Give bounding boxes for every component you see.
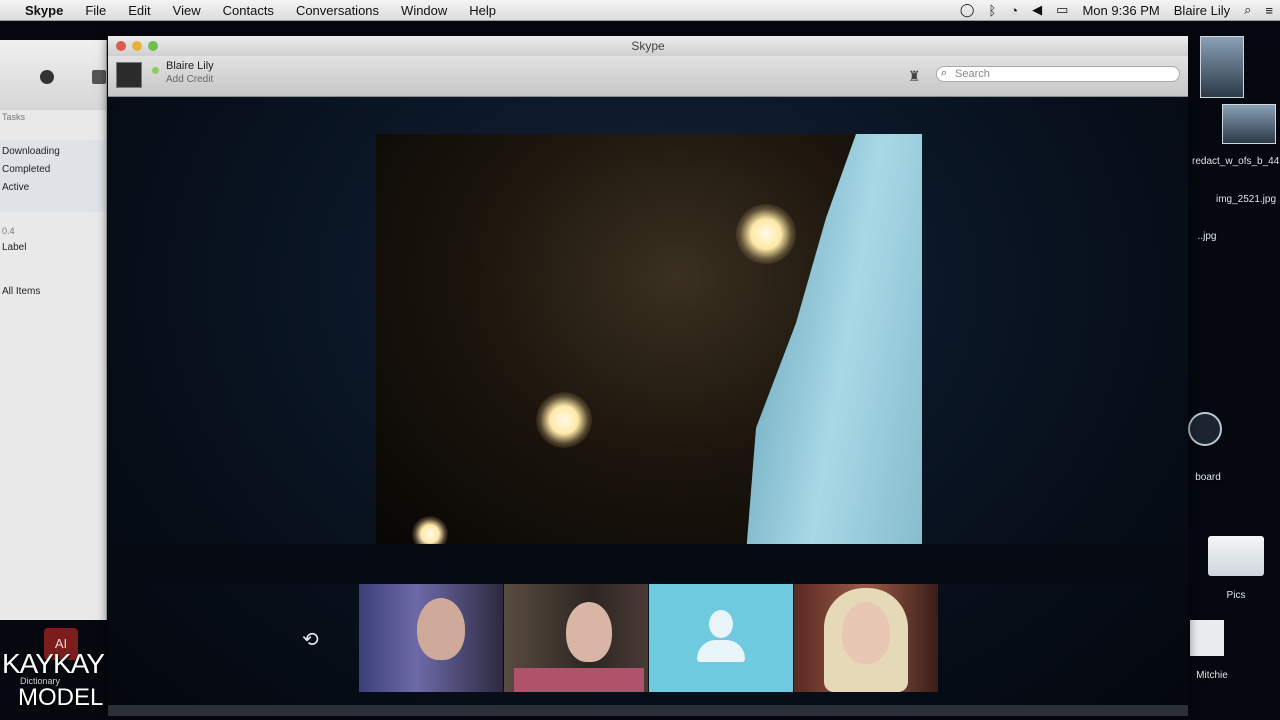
participant-no-video-tile[interactable]	[649, 584, 793, 692]
desktop-folder-label[interactable]: Pics	[1212, 590, 1260, 601]
menu-bar-tray: ◯ ᛒ ◔ ◀ ▭ Mon 9:36 PM Blaire Lily ⌕ ≡	[953, 0, 1280, 20]
search-input[interactable]: Search	[936, 66, 1180, 82]
menu-clock[interactable]: Mon 9:36 PM	[1075, 3, 1166, 18]
filter-active[interactable]: Active	[2, 182, 29, 193]
section-header: Tasks	[2, 112, 26, 122]
desktop-image-thumbnail[interactable]	[1200, 36, 1244, 98]
wifi-icon[interactable]: ◔	[1003, 3, 1025, 18]
desktop-folder-label[interactable]: Mitchie	[1186, 670, 1238, 681]
filter-all-items[interactable]: All Items	[2, 286, 40, 297]
participant-face	[842, 602, 890, 664]
filter-completed[interactable]: Completed	[2, 164, 50, 175]
desktop-file-label[interactable]: ..jpg	[1192, 231, 1222, 242]
participant-video-thumbnail[interactable]	[794, 584, 938, 692]
search-icon: ⌕	[941, 67, 948, 79]
close-window-button[interactable]	[116, 41, 126, 51]
menu-edit[interactable]: Edit	[117, 3, 161, 18]
menu-app-skype[interactable]: Skype	[14, 3, 74, 18]
video-call-area: ⟲	[108, 97, 1188, 716]
menu-help[interactable]: Help	[458, 3, 507, 18]
section-header: 0.4	[2, 226, 15, 236]
desktop-file-label[interactable]: img_2521.jpg	[1212, 194, 1280, 205]
skype-profile-header: Blaire Lily Add Credit ♜ Search ⌕	[108, 56, 1188, 97]
spotlight-icon[interactable]: ⌕	[1237, 2, 1258, 18]
add-credit-link[interactable]: Add Credit	[166, 74, 213, 85]
document-icon[interactable]	[1190, 620, 1224, 656]
folder-icon[interactable]	[1208, 536, 1264, 576]
participant-face	[566, 602, 612, 662]
call-caption-bar	[108, 705, 1188, 716]
video-light-spot	[736, 204, 796, 264]
video-strip-shade	[108, 544, 1188, 584]
participant-clothing	[514, 668, 644, 692]
menu-view[interactable]: View	[162, 3, 212, 18]
battery-icon[interactable]: ▭	[1049, 2, 1075, 18]
video-light-spot	[536, 392, 592, 448]
toolbar-action-icon[interactable]	[92, 70, 106, 84]
filter-downloading[interactable]: Downloading	[2, 146, 60, 157]
background-app-toolbar	[0, 40, 106, 110]
switch-camera-icon[interactable]: ⟲	[302, 627, 319, 652]
watermark-title-2: MODEL	[18, 684, 104, 711]
bluetooth-icon[interactable]: ᛒ	[981, 3, 1003, 18]
contacts-icon[interactable]: ♜	[908, 68, 921, 85]
volume-icon[interactable]: ◀	[1025, 2, 1049, 18]
online-status-icon[interactable]	[152, 67, 159, 74]
video-wall-region	[746, 134, 922, 544]
minimize-window-button[interactable]	[132, 41, 142, 51]
participant-video-thumbnail[interactable]	[359, 584, 503, 692]
window-title: Skype	[631, 39, 665, 53]
background-app-window: Tasks Downloading Completed Active 0.4 L…	[0, 40, 107, 620]
menu-conversations[interactable]: Conversations	[285, 3, 390, 18]
watermark-logo: AI KAYKAY Dictionary MODEL	[0, 622, 140, 720]
avatar[interactable]	[116, 62, 142, 88]
skype-window: Skype Blaire Lily Add Credit ♜ Search ⌕ …	[108, 36, 1188, 716]
desktop-image-thumbnail[interactable]	[1222, 104, 1276, 144]
menu-user-name[interactable]: Blaire Lily	[1167, 3, 1237, 18]
video-light-spot	[412, 516, 448, 544]
desktop-item-label[interactable]: board	[1188, 472, 1228, 483]
participant-face	[417, 598, 465, 660]
menu-file[interactable]: File	[74, 3, 117, 18]
menu-window[interactable]: Window	[390, 3, 458, 18]
window-titlebar: Skype	[108, 36, 1188, 56]
desktop-file-label[interactable]: redact_w_ofs_b_44.JPG	[1192, 156, 1280, 167]
skype-status-icon[interactable]: ◯	[953, 2, 982, 18]
menu-contacts[interactable]: Contacts	[212, 3, 285, 18]
profile-name[interactable]: Blaire Lily	[166, 60, 214, 72]
notification-list-icon[interactable]: ≡	[1258, 3, 1280, 18]
main-video-feed[interactable]	[376, 134, 922, 544]
toolbar-action-icon[interactable]	[40, 70, 54, 84]
disk-icon[interactable]	[1188, 412, 1222, 446]
default-avatar-icon	[697, 640, 745, 662]
participant-video-thumbnail[interactable]	[504, 584, 648, 692]
menu-bar: Skype File Edit View Contacts Conversati…	[0, 0, 1280, 21]
zoom-window-button[interactable]	[148, 41, 158, 51]
default-avatar-icon	[709, 610, 733, 638]
filter-label[interactable]: Label	[2, 242, 26, 253]
